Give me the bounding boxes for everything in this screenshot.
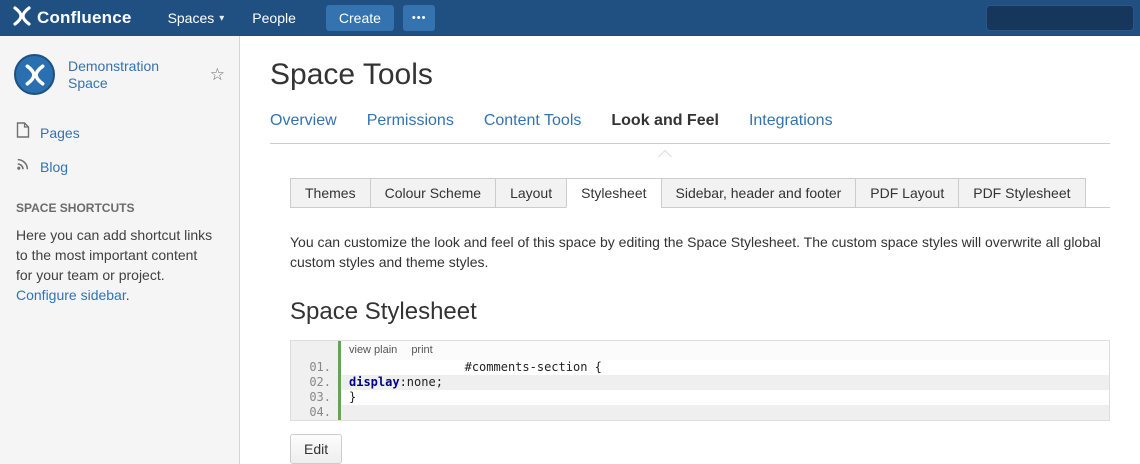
- view-plain-link[interactable]: view plain: [349, 341, 397, 360]
- print-link[interactable]: print: [411, 341, 432, 360]
- nav-tab-overview[interactable]: Overview: [270, 112, 337, 143]
- code-toolbar-row: view plain print: [291, 341, 1109, 360]
- sidebar-item-pages[interactable]: Pages: [16, 115, 225, 150]
- star-icon[interactable]: ☆: [210, 65, 225, 85]
- page-icon: [16, 122, 30, 143]
- code-line-number: 01.: [291, 360, 341, 375]
- space-sidebar: Demonstration Space ☆ Pages: [0, 36, 240, 464]
- code-line-number: 03.: [291, 390, 341, 405]
- create-button[interactable]: Create: [326, 5, 394, 31]
- subtab-layout[interactable]: Layout: [495, 178, 567, 208]
- nav-tab-content-tools[interactable]: Content Tools: [484, 112, 582, 143]
- nav-tab-look-and-feel[interactable]: Look and Feel: [611, 112, 719, 143]
- confluence-logo-icon: [12, 6, 32, 31]
- space-tools-tabs: Overview Permissions Content Tools Look …: [270, 112, 1110, 144]
- edit-button[interactable]: Edit: [290, 434, 342, 464]
- shortcuts-description: Here you can add shortcut links to the m…: [16, 227, 212, 283]
- code-plain: }: [349, 390, 356, 404]
- code-line-number: 02.: [291, 375, 341, 390]
- chevron-down-icon: ▾: [219, 13, 224, 24]
- blog-rss-icon: [16, 157, 30, 176]
- subtab-colour-scheme[interactable]: Colour Scheme: [370, 178, 497, 208]
- code-gutter-corner: [291, 341, 341, 360]
- space-avatar[interactable]: [14, 54, 55, 95]
- main-content: Space Tools Overview Permissions Content…: [240, 36, 1140, 464]
- code-toolbar: view plain print: [341, 341, 1109, 360]
- top-navigation-bar: Confluence Spaces ▾ People Create •••: [0, 0, 1140, 36]
- code-line-text: #comments-section {: [341, 360, 1109, 375]
- code-line-text: display:none;: [341, 375, 1109, 390]
- space-name-link[interactable]: Demonstration Space: [68, 58, 197, 92]
- sidebar-item-blog[interactable]: Blog: [16, 150, 225, 183]
- page-title: Space Tools: [270, 58, 1110, 92]
- brand-name: Confluence: [37, 8, 132, 28]
- code-keyword: display: [349, 375, 400, 389]
- nav-tab-label: Look and Feel: [611, 112, 719, 129]
- code-line: 03. }: [291, 390, 1109, 405]
- subtab-stylesheet[interactable]: Stylesheet: [566, 178, 661, 208]
- subtab-pdf-stylesheet[interactable]: PDF Stylesheet: [958, 178, 1085, 208]
- code-plain: :none;: [400, 375, 443, 389]
- stylesheet-description: You can customize the look and feel of t…: [290, 232, 1105, 272]
- confluence-logo[interactable]: Confluence: [12, 6, 132, 31]
- section-title: Space Stylesheet: [290, 298, 1110, 326]
- code-line: 02. display:none;: [291, 375, 1109, 390]
- spaces-menu[interactable]: Spaces ▾: [154, 1, 239, 35]
- active-tab-caret-icon: [658, 143, 672, 157]
- sidebar-item-label: Pages: [40, 125, 80, 141]
- code-line: 04.: [291, 405, 1109, 420]
- sidebar-nav: Pages Blog: [0, 105, 239, 183]
- look-and-feel-content: Themes Colour Scheme Layout Stylesheet S…: [270, 178, 1110, 464]
- spaces-menu-label: Spaces: [168, 10, 215, 26]
- code-plain: #comments-section {: [349, 360, 602, 374]
- people-menu-label: People: [252, 10, 296, 26]
- code-line-text: }: [341, 390, 1109, 405]
- nav-tab-permissions[interactable]: Permissions: [367, 112, 454, 143]
- space-header: Demonstration Space ☆: [0, 54, 239, 105]
- subtab-themes[interactable]: Themes: [290, 178, 371, 208]
- space-shortcuts-text: Here you can add shortcut links to the m…: [0, 221, 239, 305]
- code-line: 01. #comments-section {: [291, 360, 1109, 375]
- subtab-sidebar-header-footer[interactable]: Sidebar, header and footer: [661, 178, 857, 208]
- more-actions-button[interactable]: •••: [403, 5, 436, 31]
- sidebar-item-label: Blog: [40, 159, 68, 175]
- code-line-number: 04.: [291, 405, 341, 420]
- people-menu[interactable]: People: [238, 1, 310, 35]
- stylesheet-code-panel: view plain print 01. #comments-section {…: [290, 340, 1110, 421]
- page-body: Demonstration Space ☆ Pages: [0, 36, 1140, 464]
- search-input[interactable]: [986, 5, 1134, 31]
- shortcuts-suffix: .: [126, 287, 130, 303]
- look-and-feel-subtabs: Themes Colour Scheme Layout Stylesheet S…: [290, 178, 1110, 208]
- subtab-pdf-layout[interactable]: PDF Layout: [855, 178, 959, 208]
- space-shortcuts-heading: SPACE SHORTCUTS: [0, 183, 239, 221]
- code-line-text: [341, 405, 1109, 420]
- nav-tab-integrations[interactable]: Integrations: [749, 112, 833, 143]
- configure-sidebar-link[interactable]: Configure sidebar: [16, 287, 126, 303]
